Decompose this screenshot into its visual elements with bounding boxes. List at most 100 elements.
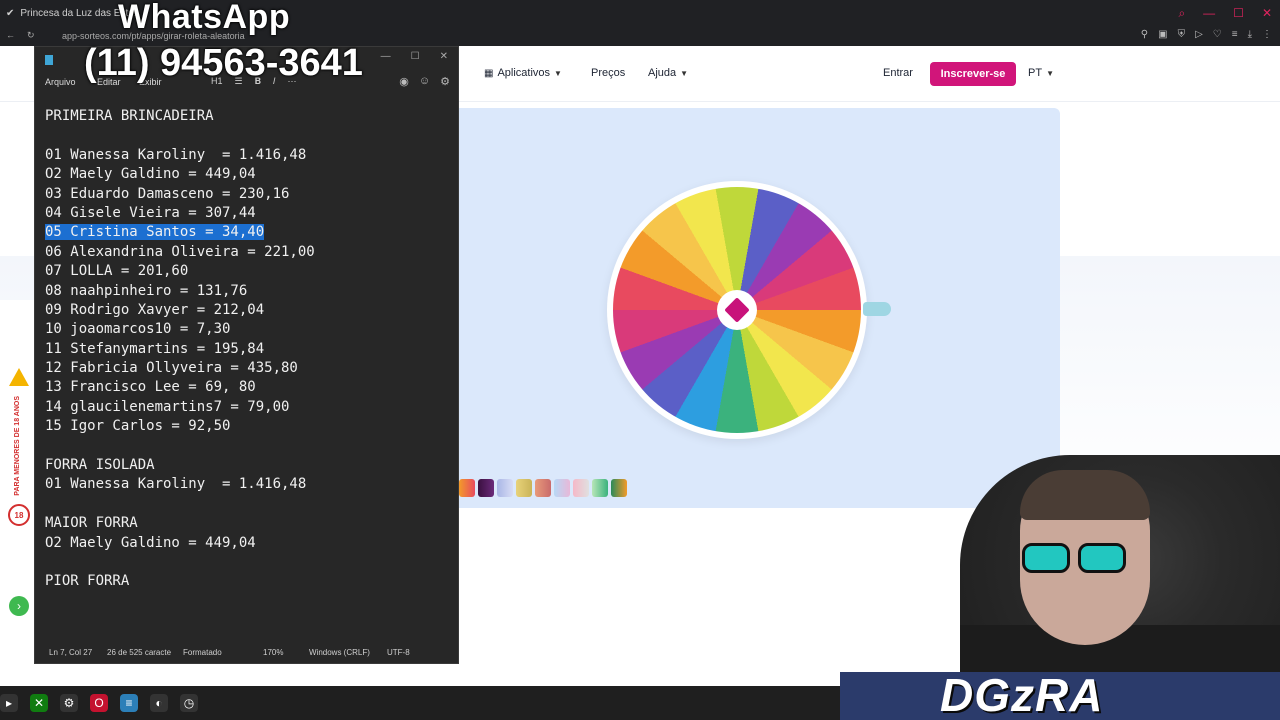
theme-swatch[interactable] (554, 479, 570, 497)
theme-swatch[interactable] (535, 479, 551, 497)
notepad-line: 15 Igor Carlos = 92,50 (45, 417, 450, 436)
play-icon[interactable]: ▷ (1195, 29, 1203, 40)
theme-swatch[interactable] (459, 479, 475, 497)
theme-swatch[interactable] (516, 479, 532, 497)
status-zoom[interactable]: 170% (263, 648, 283, 657)
menu-file[interactable]: Arquivo (45, 77, 76, 87)
settings-icon[interactable]: ⚙ (60, 694, 78, 712)
obs-icon[interactable]: ◐ (150, 694, 168, 712)
screen: ✔ Princesa da Luz das Estr... ⌕ — ☐ ✕ ← … (0, 0, 1280, 720)
chevron-down-icon: ▼ (1046, 68, 1054, 78)
maximize-icon[interactable]: ☐ (411, 51, 420, 62)
account-icon[interactable]: ☺ (419, 75, 430, 88)
theme-swatch[interactable] (478, 479, 494, 497)
search-icon[interactable]: ⌕ (1178, 6, 1185, 21)
notepad-icon (45, 55, 53, 65)
age-warning-text: PARA MENORES DE 18 ANOS (14, 396, 21, 496)
status-eol: Windows (CRLF) (309, 648, 370, 657)
status-chars: 26 de 525 caracte (107, 648, 172, 657)
login-link[interactable]: Entrar (883, 67, 913, 79)
notepad-line-text: 09 Rodrigo Xavyer = 212,04 (45, 301, 265, 318)
notepad-line (45, 495, 450, 514)
notepad-line-text: 08 naahpinheiro = 131,76 (45, 282, 248, 299)
notepad-line-text: FORRA ISOLADA (45, 457, 155, 474)
notepad-line: 09 Rodrigo Xavyer = 212,04 (45, 301, 450, 320)
notepad-line: O2 Maely Galdino = 449,04 (45, 165, 450, 184)
notepad-line: 06 Alexandrina Oliveira = 221,00 (45, 243, 450, 262)
notepad-line: 03 Eduardo Damasceno = 230,16 (45, 185, 450, 204)
webcam-hair (1020, 470, 1150, 520)
webcam-glasses (1022, 543, 1142, 575)
shield-icon[interactable]: ⛨ (1178, 29, 1186, 40)
notepad-line-text: 05 Cristina Santos = 34,40 (45, 224, 265, 241)
reload-icon[interactable]: ↻ (27, 30, 35, 41)
notepad-editor[interactable]: PRIMEIRA BRINCADEIRA 01 Wanessa Karoliny … (45, 107, 450, 617)
folder-icon[interactable]: ▸ (0, 694, 18, 712)
extensions-bar: ⚲ ▣ ⛨ ▷ ♡ ≡ ⤓ ⋮ (1141, 29, 1272, 40)
clock-icon[interactable]: ◷ (180, 694, 198, 712)
notepad-line-text: MAIOR FORRA (45, 515, 138, 532)
spin-wheel[interactable] (607, 181, 891, 439)
notepad-line: PRIMEIRA BRINCADEIRA (45, 107, 450, 126)
heart-icon[interactable]: ♡ (1213, 29, 1222, 40)
notepad-line (45, 126, 450, 145)
close-icon[interactable]: ✕ (1262, 6, 1272, 21)
notepad-line: 01 Wanessa Karoliny = 1.416,48 (45, 475, 450, 494)
notepad-line: 10 joaomarcos10 = 7,30 (45, 320, 450, 339)
gear-icon[interactable]: ⚙ (440, 75, 450, 88)
notepad-line: 07 LOLLA = 201,60 (45, 262, 450, 281)
notepad-line: 14 glaucilenemartins7 = 79,00 (45, 398, 450, 417)
notepad-line-text: 15 Igor Carlos = 92,50 (45, 418, 231, 435)
language-selector[interactable]: PT ▼ (1028, 67, 1054, 79)
status-format: Formatado (183, 648, 222, 657)
maximize-icon[interactable]: ☐ (1233, 6, 1244, 21)
notepad-line-text: 06 Alexandrina Oliveira = 221,00 (45, 243, 315, 260)
opera-icon[interactable]: O (90, 694, 108, 712)
notepad-line-text: 13 Francisco Lee = 69, 80 (45, 379, 256, 396)
wheel-rim (607, 181, 867, 439)
theme-swatch[interactable] (573, 479, 589, 497)
notepad-line-text: 10 joaomarcos10 = 7,30 (45, 321, 231, 338)
arrow-right-icon: › (9, 596, 29, 616)
signup-button[interactable]: Inscrever-se (930, 62, 1016, 86)
notepad-line (45, 553, 450, 572)
back-icon[interactable]: ← (6, 30, 15, 41)
taskbar-icons: ▸ ✕ ⚙ O ≡ ◐ ◷ (0, 694, 198, 712)
diamond-icon (724, 297, 750, 323)
theme-swatch[interactable] (592, 479, 608, 497)
nav-prices[interactable]: Preços (591, 67, 625, 79)
glasses-lens (1022, 543, 1070, 573)
more-icon[interactable]: ⋮ (1262, 29, 1272, 40)
theme-swatch[interactable] (497, 479, 513, 497)
wheel-pointer (863, 302, 891, 316)
notepad-line: 11 Stefanymartins = 195,84 (45, 340, 450, 359)
notepad-line: 04 Gisele Vieira = 307,44 (45, 204, 450, 223)
screenshot-icon[interactable]: ▣ (1158, 29, 1167, 40)
copilot-icon[interactable]: ◉ (399, 75, 409, 88)
nav-help[interactable]: Ajuda ▼ (648, 67, 688, 79)
xbox-icon[interactable]: ✕ (30, 694, 48, 712)
status-encoding: UTF-8 (387, 648, 410, 657)
login-label: Entrar (883, 67, 913, 79)
theme-swatch[interactable] (611, 479, 627, 497)
window-controls: ⌕ — ☐ ✕ (1178, 6, 1272, 21)
nav-apps[interactable]: ▦ Aplicativos ▼ (484, 67, 562, 79)
wheel-hub[interactable] (717, 290, 757, 330)
download-icon[interactable]: ⤓ (1248, 29, 1252, 40)
notepad-line: PIOR FORRA (45, 572, 450, 591)
pin-icon[interactable]: ⚲ (1141, 29, 1148, 40)
whatsapp-overlay: WhatsApp (118, 0, 291, 36)
menu-icon[interactable]: ≡ (1232, 29, 1238, 40)
minimize-icon[interactable]: — (381, 51, 391, 62)
close-icon[interactable]: ✕ (440, 51, 448, 62)
minimize-icon[interactable]: — (1203, 6, 1215, 21)
warning-icon (9, 368, 29, 386)
notepad-taskbar-icon[interactable]: ≡ (120, 694, 138, 712)
notepad-line: 13 Francisco Lee = 69, 80 (45, 378, 450, 397)
notepad-line-text: 07 LOLLA = 201,60 (45, 263, 189, 280)
notepad-line: O2 Maely Galdino = 449,04 (45, 534, 450, 553)
notepad-statusbar: Ln 7, Col 27 26 de 525 caracte Formatado… (35, 641, 458, 663)
chevron-down-icon: ▼ (680, 68, 689, 78)
notepad-line-text: O2 Maely Galdino = 449,04 (45, 166, 256, 183)
notepad-line-text: 01 Wanessa Karoliny = 1.416,48 (45, 146, 307, 163)
